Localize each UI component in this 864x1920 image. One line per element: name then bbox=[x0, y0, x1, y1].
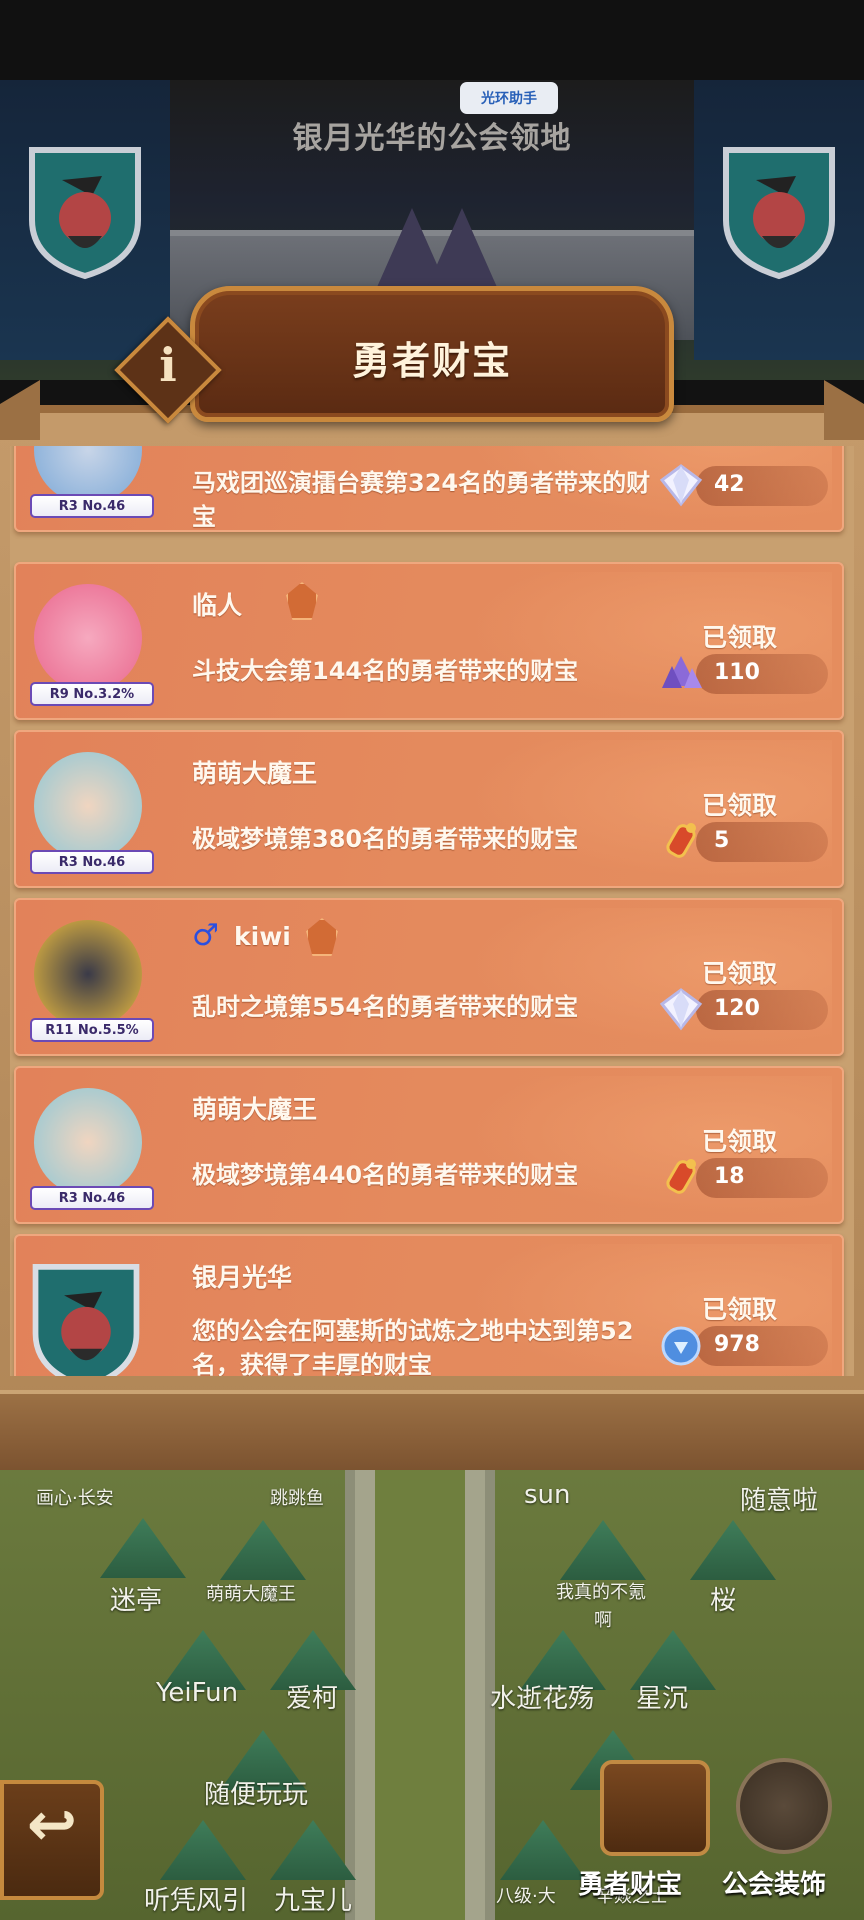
male-icon: ♂ bbox=[192, 918, 219, 953]
guild-member-tent[interactable] bbox=[500, 1820, 586, 1880]
assistant-badge[interactable]: 光环助手 bbox=[460, 82, 558, 114]
treasure-entry: 银月光华 您的公会在阿塞斯的试炼之地中达到第52名，获得了丰厚的财宝 已领取 9… bbox=[14, 1234, 844, 1376]
potion-scroll-icon bbox=[666, 1159, 696, 1194]
member-label[interactable]: 听凭风引 bbox=[144, 1880, 248, 1917]
claimed-status: 已领取 bbox=[702, 1127, 778, 1156]
player-name: kiwi bbox=[234, 922, 291, 951]
claimed-status: 已领取 bbox=[702, 959, 778, 988]
reward-count: 978 bbox=[714, 1332, 760, 1357]
diamond-icon bbox=[659, 988, 703, 1031]
claimed-status: 已领取 bbox=[702, 791, 778, 820]
member-label[interactable]: 啊 bbox=[594, 1606, 612, 1632]
rank-badge: R9 No.3.2% bbox=[30, 682, 154, 706]
player-name: 临人 bbox=[192, 591, 243, 620]
treasure-entry: R9 No.3.2% 临人 斗技大会第144名的勇者带来的财宝 已领取 110 bbox=[14, 562, 844, 720]
rank-badge: R3 No.46 bbox=[30, 850, 154, 874]
avatar[interactable] bbox=[34, 920, 142, 1028]
player-name: 萌萌大魔王 bbox=[192, 759, 318, 788]
member-label[interactable]: YeiFun bbox=[156, 1678, 238, 1708]
member-label[interactable]: 八级·大 bbox=[496, 1882, 556, 1908]
entry-description: 马戏团巡演擂台赛第324名的勇者带来的财宝 bbox=[192, 469, 651, 531]
treasure-entry: R11 No.5.5% ♂ kiwi 乱时之境第554名的勇者带来的财宝 已领取… bbox=[14, 898, 844, 1056]
reward-count: 5 bbox=[714, 828, 730, 853]
treasure-entry: R3 No.46 萌萌大魔王 极域梦境第380名的勇者带来的财宝 已领取 5 bbox=[14, 730, 844, 888]
status-bar bbox=[0, 0, 864, 80]
rank-badge: R3 No.46 bbox=[30, 494, 154, 518]
guild-member-tent[interactable] bbox=[690, 1520, 776, 1580]
rank-badge: R3 No.46 bbox=[30, 1186, 154, 1210]
dialog-title: 勇者财宝 bbox=[351, 339, 512, 383]
avatar[interactable] bbox=[34, 752, 142, 860]
member-label[interactable]: 跳跳鱼 bbox=[270, 1484, 324, 1510]
treasure-button-label[interactable]: 勇者财宝 bbox=[578, 1864, 682, 1901]
guild-crest-icon[interactable] bbox=[26, 1256, 146, 1376]
reward-count: 110 bbox=[714, 660, 760, 685]
panel-edge bbox=[0, 380, 40, 440]
entry-description: 极域梦境第380名的勇者带来的财宝 bbox=[192, 825, 579, 853]
member-label[interactable]: 迷亭 bbox=[110, 1580, 162, 1617]
rank-badge: R11 No.5.5% bbox=[30, 1018, 154, 1042]
guild-decor-button-label[interactable]: 公会装饰 bbox=[722, 1864, 826, 1901]
avatar[interactable] bbox=[34, 584, 142, 692]
panel-bottom-frame bbox=[0, 1390, 864, 1470]
purple-crystal-icon bbox=[662, 656, 702, 688]
guild-member-tent[interactable] bbox=[220, 1520, 306, 1580]
guild-member-tent[interactable] bbox=[100, 1518, 186, 1578]
entry-description: 斗技大会第144名的勇者带来的财宝 bbox=[192, 657, 579, 685]
treasure-list[interactable]: R3 No.46 马戏团巡演擂台赛第324名的勇者带来的财宝 42 R9 No.… bbox=[10, 446, 854, 1376]
title-badge-icon bbox=[286, 582, 318, 620]
member-label[interactable]: 随便玩玩 bbox=[204, 1774, 308, 1811]
guild-coin-icon bbox=[661, 1326, 701, 1366]
member-label[interactable]: 我真的不氪 bbox=[556, 1578, 646, 1604]
chess-piece-icon[interactable] bbox=[736, 1758, 832, 1854]
reward-count: 120 bbox=[714, 996, 760, 1021]
reward-count: 42 bbox=[714, 472, 745, 497]
member-label[interactable]: 萌萌大魔王 bbox=[206, 1580, 296, 1606]
treasure-entry: R3 No.46 萌萌大魔王 极域梦境第440名的勇者带来的财宝 已领取 18 bbox=[14, 1066, 844, 1224]
map-road-center bbox=[375, 1470, 465, 1920]
member-label[interactable]: 水逝花殇 bbox=[490, 1678, 594, 1715]
potion-scroll-icon bbox=[666, 823, 696, 858]
member-label[interactable]: 爱柯 bbox=[286, 1678, 338, 1715]
claimed-status: 已领取 bbox=[702, 1295, 778, 1324]
guild-title: 银月光华的公会领地 bbox=[292, 121, 572, 156]
guild-member-tent[interactable] bbox=[160, 1820, 246, 1880]
treasure-chest-icon[interactable] bbox=[600, 1760, 710, 1856]
member-label[interactable]: 九宝儿 bbox=[274, 1880, 352, 1917]
member-label[interactable]: 桜 bbox=[710, 1580, 736, 1617]
diamond-icon bbox=[659, 464, 703, 507]
avatar[interactable] bbox=[34, 1088, 142, 1196]
player-name: 萌萌大魔王 bbox=[192, 1095, 318, 1124]
entry-description: 乱时之境第554名的勇者带来的财宝 bbox=[192, 993, 579, 1021]
guild-map[interactable]: 画心·长安 跳跳鱼 sun 随意啦 迷亭 萌萌大魔王 我真的不氪 啊 桜 Yei… bbox=[0, 1470, 864, 1920]
guild-crest-icon bbox=[723, 147, 835, 280]
reward-count: 18 bbox=[714, 1164, 745, 1189]
back-arrow-icon[interactable]: ↩ bbox=[0, 1790, 104, 1860]
guild-member-tent[interactable] bbox=[560, 1520, 646, 1580]
member-label[interactable]: 星沉 bbox=[636, 1678, 688, 1715]
panel-edge bbox=[824, 380, 864, 440]
claimed-status: 已领取 bbox=[702, 623, 778, 652]
member-label[interactable]: sun bbox=[524, 1480, 571, 1510]
guild-member-tent[interactable] bbox=[270, 1820, 356, 1880]
member-label[interactable]: 画心·长安 bbox=[36, 1484, 114, 1510]
entry-description: 极域梦境第440名的勇者带来的财宝 bbox=[192, 1161, 579, 1189]
treasure-entry: R3 No.46 马戏团巡演擂台赛第324名的勇者带来的财宝 42 bbox=[14, 446, 844, 532]
entry-description: 您的公会在阿塞斯的试炼之地中达到第52名，获得了丰厚的财宝 bbox=[192, 1317, 634, 1376]
guild-crest-icon bbox=[29, 147, 141, 280]
title-badge-icon bbox=[306, 918, 338, 956]
guild-name: 银月光华 bbox=[192, 1263, 293, 1292]
info-icon[interactable]: i bbox=[130, 338, 206, 402]
member-label[interactable]: 随意啦 bbox=[740, 1480, 818, 1517]
